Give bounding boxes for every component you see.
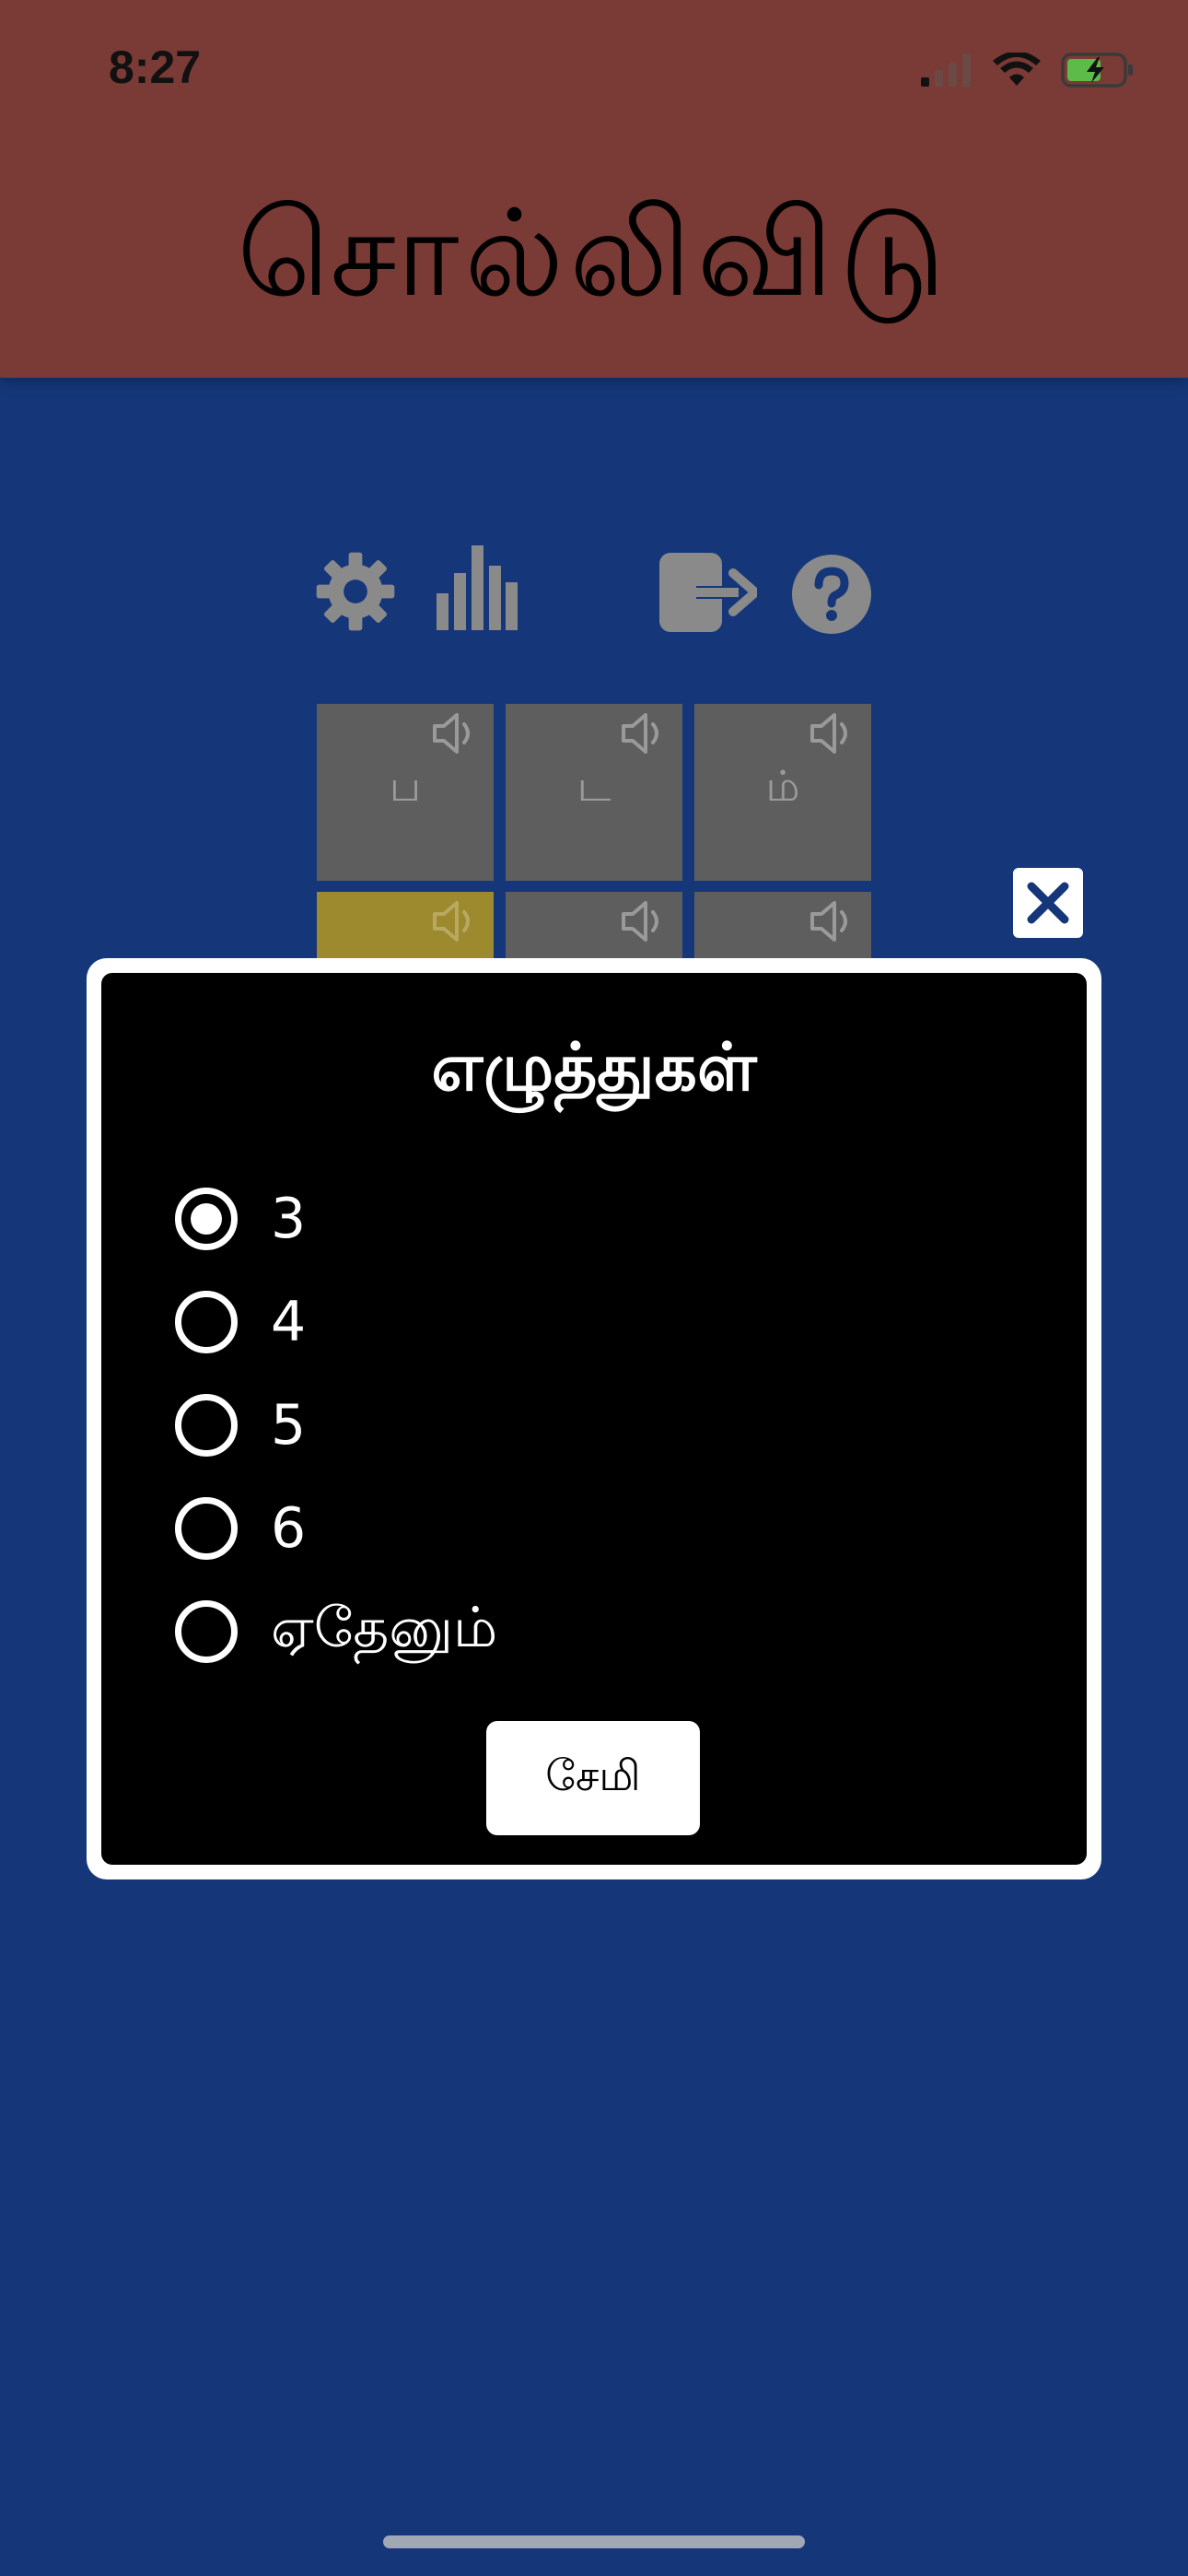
radio-button[interactable] bbox=[175, 1394, 238, 1457]
home-indicator[interactable] bbox=[383, 2535, 805, 2548]
speaker-icon[interactable] bbox=[622, 901, 670, 945]
sign-out-icon[interactable] bbox=[659, 553, 760, 636]
modal-title: எழுத்துகள் bbox=[431, 1028, 757, 1106]
save-button[interactable]: சேமி bbox=[486, 1721, 700, 1835]
radio-button[interactable] bbox=[175, 1600, 238, 1663]
option-3[interactable]: 3 bbox=[175, 1177, 306, 1260]
option-4[interactable]: 4 bbox=[175, 1281, 306, 1364]
app-title: சொல்லிவிடு bbox=[237, 183, 951, 323]
option-label: ஏதேனும் bbox=[271, 1596, 498, 1660]
tile-letter: ட bbox=[577, 761, 611, 811]
app-header: 8:27 சொல்லிவிடு bbox=[0, 0, 1188, 378]
status-icons bbox=[921, 51, 1135, 92]
close-button[interactable] bbox=[1013, 868, 1083, 938]
radio-button[interactable] bbox=[175, 1188, 238, 1250]
radio-selected-dot bbox=[191, 1203, 222, 1235]
speaker-icon[interactable] bbox=[622, 713, 670, 757]
status-time: 8:27 bbox=[109, 41, 202, 93]
option-any[interactable]: ஏதேனும் bbox=[175, 1590, 497, 1673]
option-label: 5 bbox=[271, 1393, 307, 1458]
speaker-icon[interactable] bbox=[810, 713, 858, 757]
letters-modal: எழுத்துகள் 3 4 5 6 ஏதேனும் சேமி bbox=[87, 958, 1101, 1879]
bar-chart-icon[interactable] bbox=[437, 545, 518, 634]
tile-letter: ப bbox=[389, 761, 422, 811]
game-screen: 8:27 சொல்லிவிடு ப ட ம் எழுத்துகள் 3 4 5 … bbox=[0, 0, 1188, 2576]
help-icon[interactable] bbox=[792, 555, 871, 638]
battery-charging-icon bbox=[1061, 52, 1135, 92]
option-5[interactable]: 5 bbox=[175, 1384, 306, 1467]
option-label: 6 bbox=[271, 1496, 307, 1561]
radio-button[interactable] bbox=[175, 1497, 238, 1560]
option-label: 4 bbox=[271, 1290, 307, 1354]
board-tile[interactable]: ட bbox=[506, 704, 682, 881]
radio-button[interactable] bbox=[175, 1291, 238, 1353]
option-label: 3 bbox=[271, 1187, 307, 1251]
speaker-icon[interactable] bbox=[433, 901, 481, 945]
speaker-icon[interactable] bbox=[810, 901, 858, 945]
board-tile[interactable]: ப bbox=[317, 704, 494, 881]
option-6[interactable]: 6 bbox=[175, 1487, 306, 1570]
cellular-signal-icon bbox=[921, 53, 973, 90]
close-icon bbox=[1027, 882, 1069, 924]
modal-body: எழுத்துகள் 3 4 5 6 ஏதேனும் சேமி bbox=[101, 973, 1087, 1865]
board-tile[interactable]: ம் bbox=[694, 704, 871, 881]
wifi-icon bbox=[993, 51, 1041, 91]
gear-icon[interactable] bbox=[313, 549, 398, 638]
tile-letter: ம் bbox=[765, 761, 800, 811]
speaker-icon[interactable] bbox=[433, 713, 481, 757]
